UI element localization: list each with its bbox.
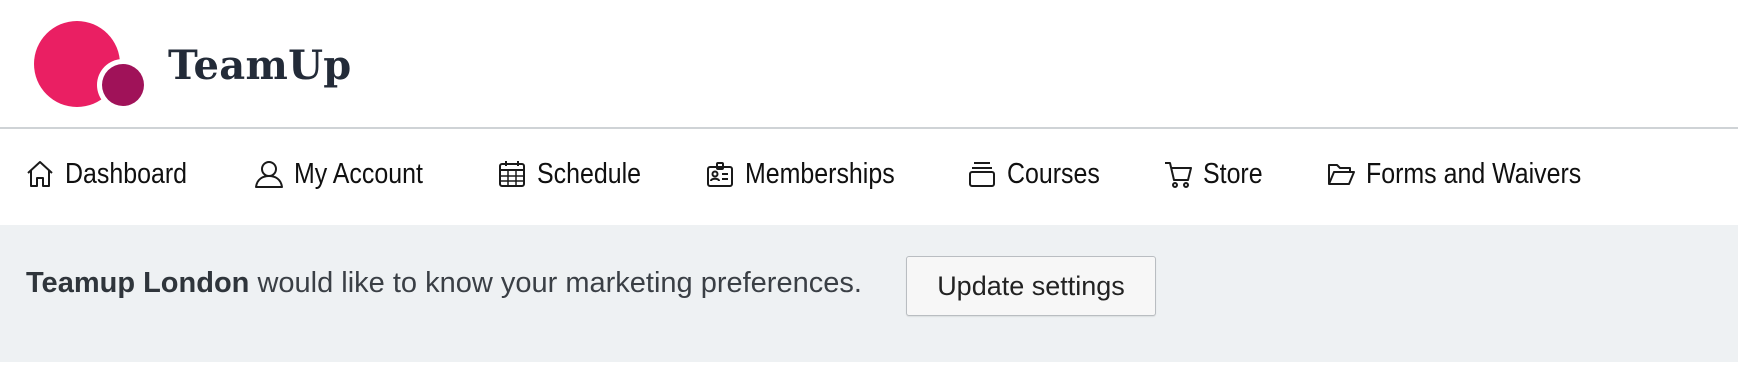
nav-item-dashboard[interactable]: Dashboard xyxy=(25,130,207,218)
nav-item-my-account[interactable]: My Account xyxy=(254,130,444,218)
banner-org-name: Teamup London xyxy=(26,267,250,299)
user-icon xyxy=(254,159,284,189)
nav-label-schedule: Schedule xyxy=(537,157,642,190)
nav-label-courses: Courses xyxy=(1007,157,1100,190)
home-icon xyxy=(25,159,55,189)
nav-item-courses[interactable]: Courses xyxy=(967,130,1115,218)
teamup-logo[interactable] xyxy=(34,19,154,111)
id-card-icon xyxy=(705,159,735,189)
marketing-preferences-banner: Teamup London would like to know your ma… xyxy=(0,225,1738,362)
nav-item-memberships[interactable]: Memberships xyxy=(705,130,919,218)
stack-icon xyxy=(967,159,997,189)
nav-label-forms-and-waivers: Forms and Waivers xyxy=(1366,157,1582,190)
nav-label-memberships: Memberships xyxy=(745,157,895,190)
nav-label-my-account: My Account xyxy=(294,157,423,190)
nav-label-store: Store xyxy=(1203,157,1263,190)
calendar-icon xyxy=(497,159,527,189)
main-nav: Dashboard My Account Schedule Membership… xyxy=(0,130,1738,225)
banner-message-text: would like to know your marketing prefer… xyxy=(249,267,862,299)
site-header: TeamUp xyxy=(0,0,1738,129)
folder-open-icon xyxy=(1326,159,1356,189)
nav-label-dashboard: Dashboard xyxy=(65,157,188,190)
brand-name[interactable]: TeamUp xyxy=(168,42,352,89)
nav-item-store[interactable]: Store xyxy=(1163,130,1272,218)
nav-item-schedule[interactable]: Schedule xyxy=(497,130,658,218)
banner-message: Teamup London would like to know your ma… xyxy=(26,267,862,300)
update-settings-button[interactable]: Update settings xyxy=(906,256,1156,316)
nav-item-forms-and-waivers[interactable]: Forms and Waivers xyxy=(1326,130,1616,218)
cart-icon xyxy=(1163,159,1193,189)
